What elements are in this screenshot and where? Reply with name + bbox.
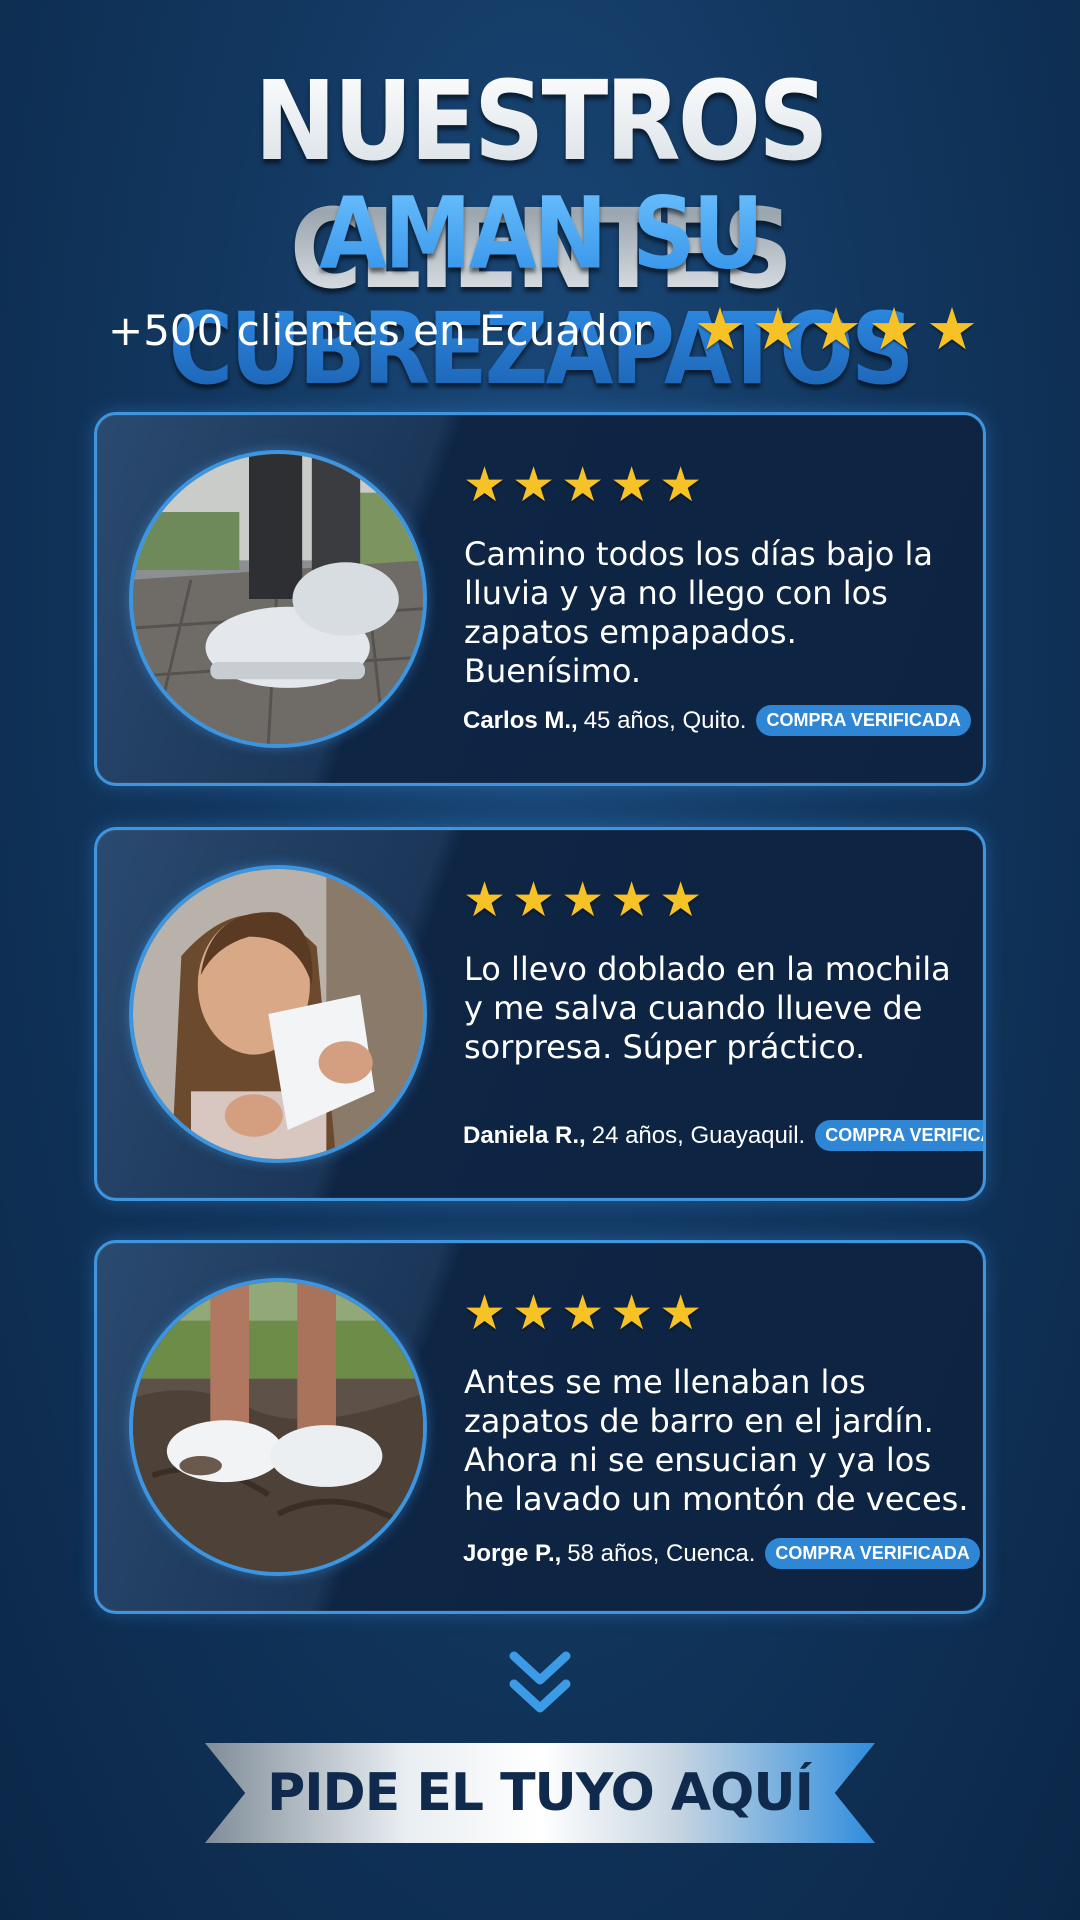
rainy-street-shoe-cover-photo (129, 450, 427, 748)
star-icon: ★ (463, 459, 507, 512)
review-card: ★ ★ ★ ★ ★ Camino todos los días bajo la … (94, 412, 986, 786)
author-details: 45 años, Quito. (583, 706, 747, 734)
subtitle-text: +500 clientes en Ecuador (108, 305, 651, 355)
star-icon: ★ (926, 297, 978, 362)
review-quote: Antes se me llenaban los zapatos de barr… (464, 1363, 969, 1518)
author-name: Daniela R., (463, 1121, 586, 1149)
author-name: Jorge P., (463, 1539, 562, 1567)
star-icon: ★ (659, 1287, 703, 1340)
star-icon: ★ (512, 459, 556, 512)
verified-badge: COMPRA VERIFICADA (815, 1120, 983, 1151)
headline-line-2: AMAN SU CUBREZAPATOS (0, 176, 1080, 407)
star-icon: ★ (610, 1287, 654, 1340)
star-icon: ★ (610, 874, 654, 927)
star-icon: ★ (868, 297, 920, 362)
star-icon: ★ (810, 297, 862, 362)
review-rating: ★ ★ ★ ★ ★ (463, 1289, 702, 1339)
review-author: Carlos M., 45 años, Quito. COMPRA VERIFI… (463, 705, 971, 736)
star-icon: ★ (512, 1287, 556, 1340)
star-icon: ★ (512, 874, 556, 927)
author-name: Carlos M., (463, 706, 578, 734)
review-rating: ★ ★ ★ ★ ★ (463, 876, 702, 926)
star-icon: ★ (561, 874, 605, 927)
review-author: Daniela R., 24 años, Guayaquil. COMPRA V… (463, 1120, 983, 1151)
star-icon: ★ (463, 1287, 507, 1340)
star-icon: ★ (659, 459, 703, 512)
star-icon: ★ (752, 297, 804, 362)
order-button-label: PIDE EL TUYO AQUÍ (267, 1763, 814, 1823)
subtitle-row: +500 clientes en Ecuador ★ ★ ★ ★ ★ (108, 300, 978, 360)
order-button[interactable]: PIDE EL TUYO AQUÍ (205, 1743, 875, 1843)
woman-holding-shoe-cover-photo (129, 865, 427, 1163)
review-quote: Camino todos los días bajo la lluvia y y… (464, 535, 933, 690)
verified-badge: COMPRA VERIFICADA (765, 1538, 980, 1569)
star-icon: ★ (610, 459, 654, 512)
review-rating: ★ ★ ★ ★ ★ (463, 461, 702, 511)
muddy-garden-shoe-cover-photo (129, 1278, 427, 1576)
star-icon: ★ (659, 874, 703, 927)
star-icon: ★ (561, 1287, 605, 1340)
author-details: 24 años, Guayaquil. (591, 1121, 806, 1149)
star-icon: ★ (561, 459, 605, 512)
review-card: ★ ★ ★ ★ ★ Antes se me llenaban los zapat… (94, 1240, 986, 1614)
star-icon: ★ (694, 297, 746, 362)
review-card: ★ ★ ★ ★ ★ Lo llevo doblado en la mochila… (94, 827, 986, 1201)
author-details: 58 años, Cuenca. (567, 1539, 756, 1567)
review-author: Jorge P., 58 años, Cuenca. COMPRA VERIFI… (463, 1538, 980, 1569)
star-icon: ★ (463, 874, 507, 927)
verified-badge: COMPRA VERIFICADA (756, 705, 971, 736)
header-rating: ★ ★ ★ ★ ★ (694, 300, 978, 360)
review-quote: Lo llevo doblado en la mochila y me salv… (464, 950, 951, 1066)
chevron-double-down-icon (509, 1651, 571, 1713)
